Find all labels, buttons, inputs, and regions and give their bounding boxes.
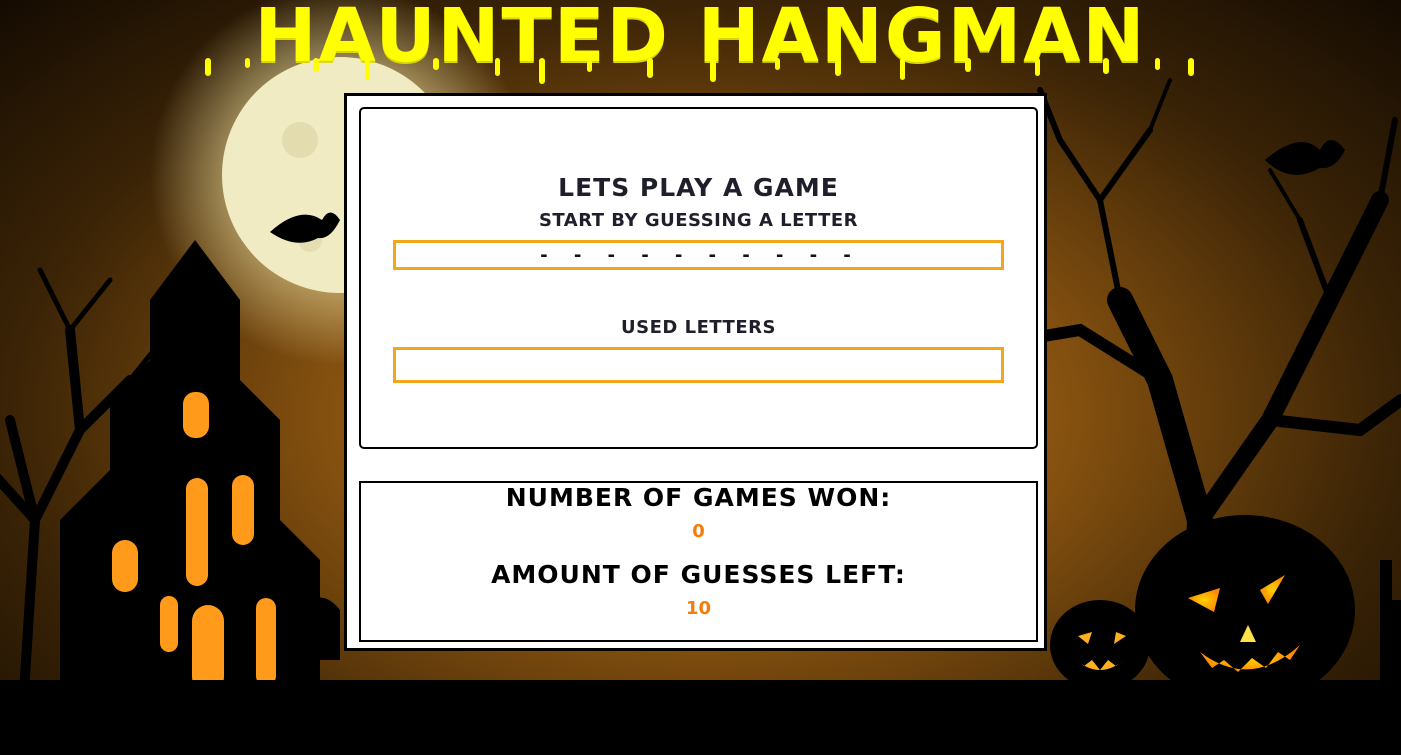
used-letters-label: USED LETTERS bbox=[621, 317, 776, 338]
jack-o-lantern-icon bbox=[1050, 515, 1355, 705]
games-won-label: NUMBER OF GAMES WON: bbox=[505, 483, 892, 512]
word-display: - - - - - - - - - - bbox=[393, 240, 1004, 270]
game-card: LETS PLAY A GAME START BY GUESSING A LET… bbox=[359, 107, 1038, 449]
game-heading: LETS PLAY A GAME bbox=[558, 173, 839, 202]
ground bbox=[0, 680, 1401, 755]
game-instruction: START BY GUESSING A LETTER bbox=[538, 210, 859, 231]
game-panel: LETS PLAY A GAME START BY GUESSING A LET… bbox=[344, 93, 1047, 651]
title-drips-decoration bbox=[205, 58, 1194, 84]
used-letters-display bbox=[393, 347, 1004, 383]
scoreboard: NUMBER OF GAMES WON: 0 AMOUNT OF GUESSES… bbox=[359, 481, 1038, 642]
guesses-left-label: AMOUNT OF GUESSES LEFT: bbox=[491, 560, 906, 589]
games-won-value: 0 bbox=[692, 521, 705, 542]
guesses-left-value: 10 bbox=[685, 598, 712, 619]
